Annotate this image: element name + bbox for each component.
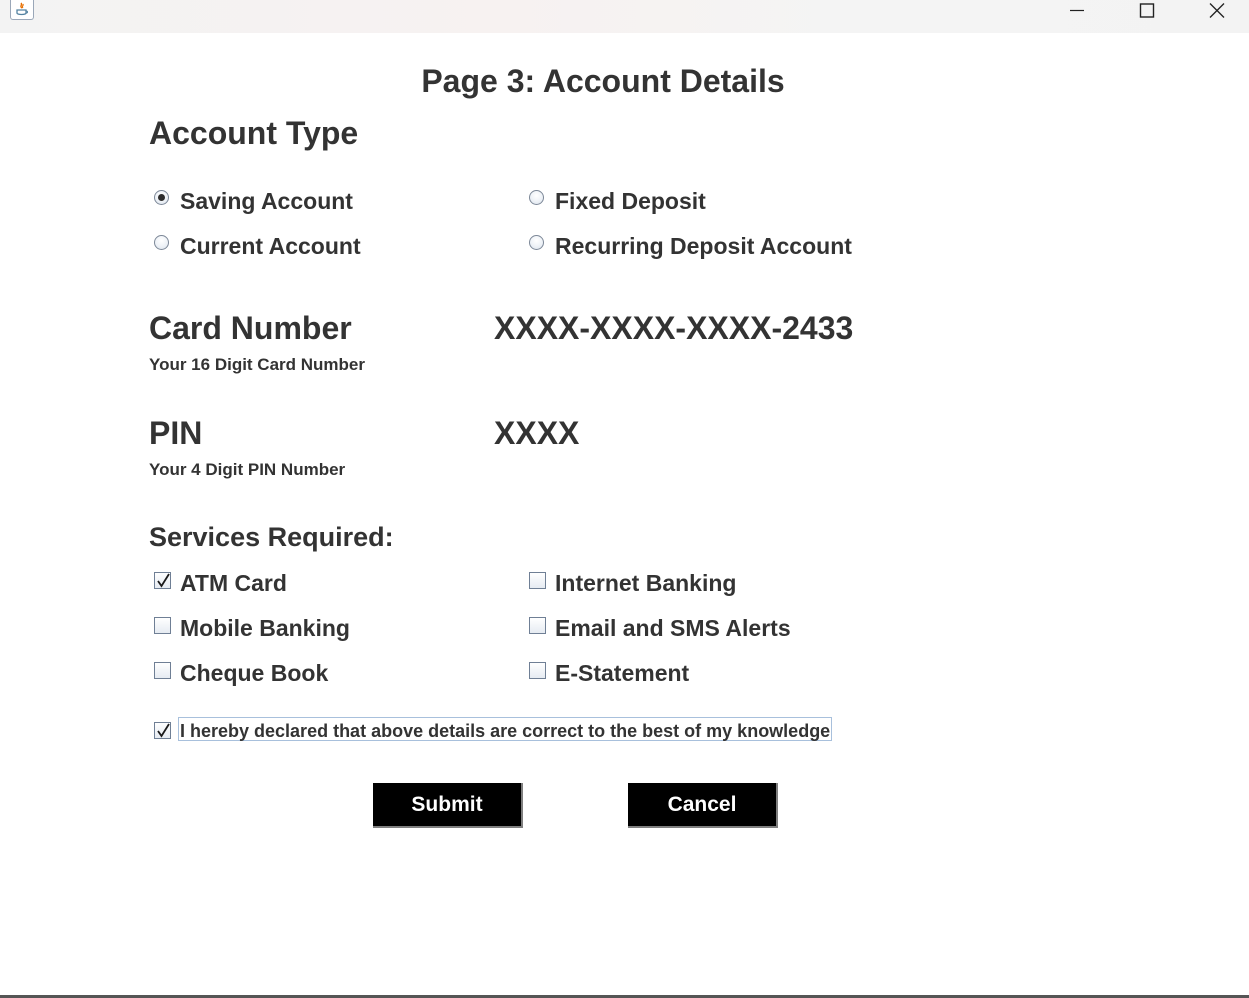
atm-card-checkbox[interactable] [154,572,171,589]
recurring-deposit-label[interactable]: Recurring Deposit Account [555,232,852,260]
internet-banking-label[interactable]: Internet Banking [555,569,736,597]
maximize-icon [1139,3,1155,18]
minimize-button[interactable] [1054,0,1100,22]
saving-account-radio[interactable] [154,190,169,205]
window-titlebar [0,0,1249,33]
page-title: Page 3: Account Details [421,63,785,99]
saving-account-label[interactable]: Saving Account [180,187,353,215]
internet-banking-checkbox[interactable] [529,572,546,589]
atm-card-label[interactable]: ATM Card [180,569,287,597]
cancel-button[interactable]: Cancel [628,783,778,828]
close-button[interactable] [1194,0,1240,22]
card-number-heading: Card Number [149,310,352,346]
cheque-book-checkbox[interactable] [154,662,171,679]
fixed-deposit-radio[interactable] [529,190,544,205]
current-account-radio[interactable] [154,235,169,250]
current-account-label[interactable]: Current Account [180,232,361,260]
pin-value: XXXX [494,415,580,451]
mobile-banking-label[interactable]: Mobile Banking [180,614,350,642]
declaration-label[interactable]: I hereby declared that above details are… [178,717,833,741]
declaration-checkbox[interactable] [154,722,171,739]
close-icon [1209,3,1225,18]
services-heading: Services Required: [149,522,394,552]
e-statement-label[interactable]: E-Statement [555,659,689,687]
minimize-icon [1070,9,1084,12]
pin-hint: Your 4 Digit PIN Number [149,460,346,479]
card-number-hint: Your 16 Digit Card Number [149,355,365,374]
checkmark-icon [157,723,170,738]
mobile-banking-checkbox[interactable] [154,617,171,634]
java-icon [10,0,34,20]
email-sms-alerts-checkbox[interactable] [529,617,546,634]
checkmark-icon [157,573,170,588]
cheque-book-label[interactable]: Cheque Book [180,659,328,687]
pin-heading: PIN [149,415,203,451]
fixed-deposit-label[interactable]: Fixed Deposit [555,187,706,215]
account-type-heading: Account Type [149,115,359,151]
submit-button[interactable]: Submit [373,783,523,828]
maximize-button[interactable] [1124,0,1170,22]
e-statement-checkbox[interactable] [529,662,546,679]
card-number-value: XXXX-XXXX-XXXX-2433 [494,310,854,346]
recurring-deposit-radio[interactable] [529,235,544,250]
email-sms-alerts-label[interactable]: Email and SMS Alerts [555,614,791,642]
